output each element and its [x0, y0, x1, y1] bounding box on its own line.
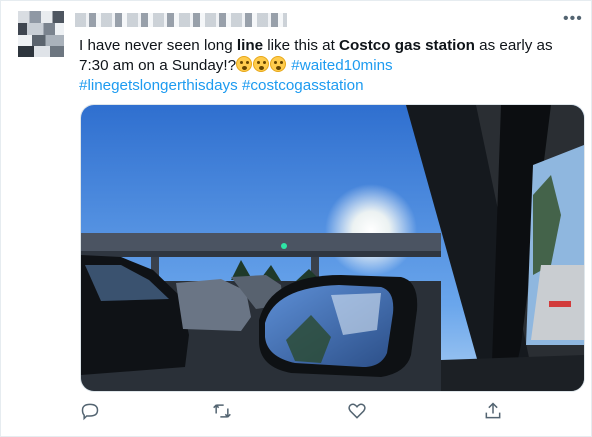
share-button[interactable]	[483, 401, 505, 423]
thinking-face-icon	[270, 56, 287, 72]
astonished-face-icon	[253, 56, 270, 72]
retweet-button[interactable]	[212, 401, 234, 423]
tweet-photo[interactable]	[80, 104, 585, 392]
flushed-face-icon	[236, 56, 253, 72]
hashtag-link[interactable]: #waited10mins	[291, 57, 392, 74]
avatar[interactable]	[18, 11, 64, 57]
tweet-text-part: like this at	[263, 37, 340, 54]
reply-button[interactable]	[80, 401, 102, 423]
tweet-text-bold: Costco gas station	[339, 37, 475, 54]
hashtag-link[interactable]: #costcogasstation	[242, 77, 364, 94]
heart-icon	[348, 403, 366, 419]
tweet-text-part: I have never seen long	[79, 37, 237, 54]
tweet-actions	[80, 401, 501, 425]
more-options-button[interactable]: •••	[563, 11, 583, 27]
reply-icon	[81, 403, 99, 421]
share-icon	[485, 402, 501, 419]
hashtag-link[interactable]: #linegetslongerthisdays	[79, 77, 238, 94]
like-button[interactable]	[347, 401, 369, 423]
retweet-icon	[213, 404, 231, 418]
tweet-text-bold: line	[236, 37, 264, 54]
tweet-card[interactable]: ••• I have never seen long line like thi…	[0, 0, 592, 437]
tweet-text: I have never seen long line like this at…	[79, 36, 575, 96]
gas-station-photo	[81, 105, 584, 391]
author-name-blurred[interactable]	[75, 13, 287, 27]
